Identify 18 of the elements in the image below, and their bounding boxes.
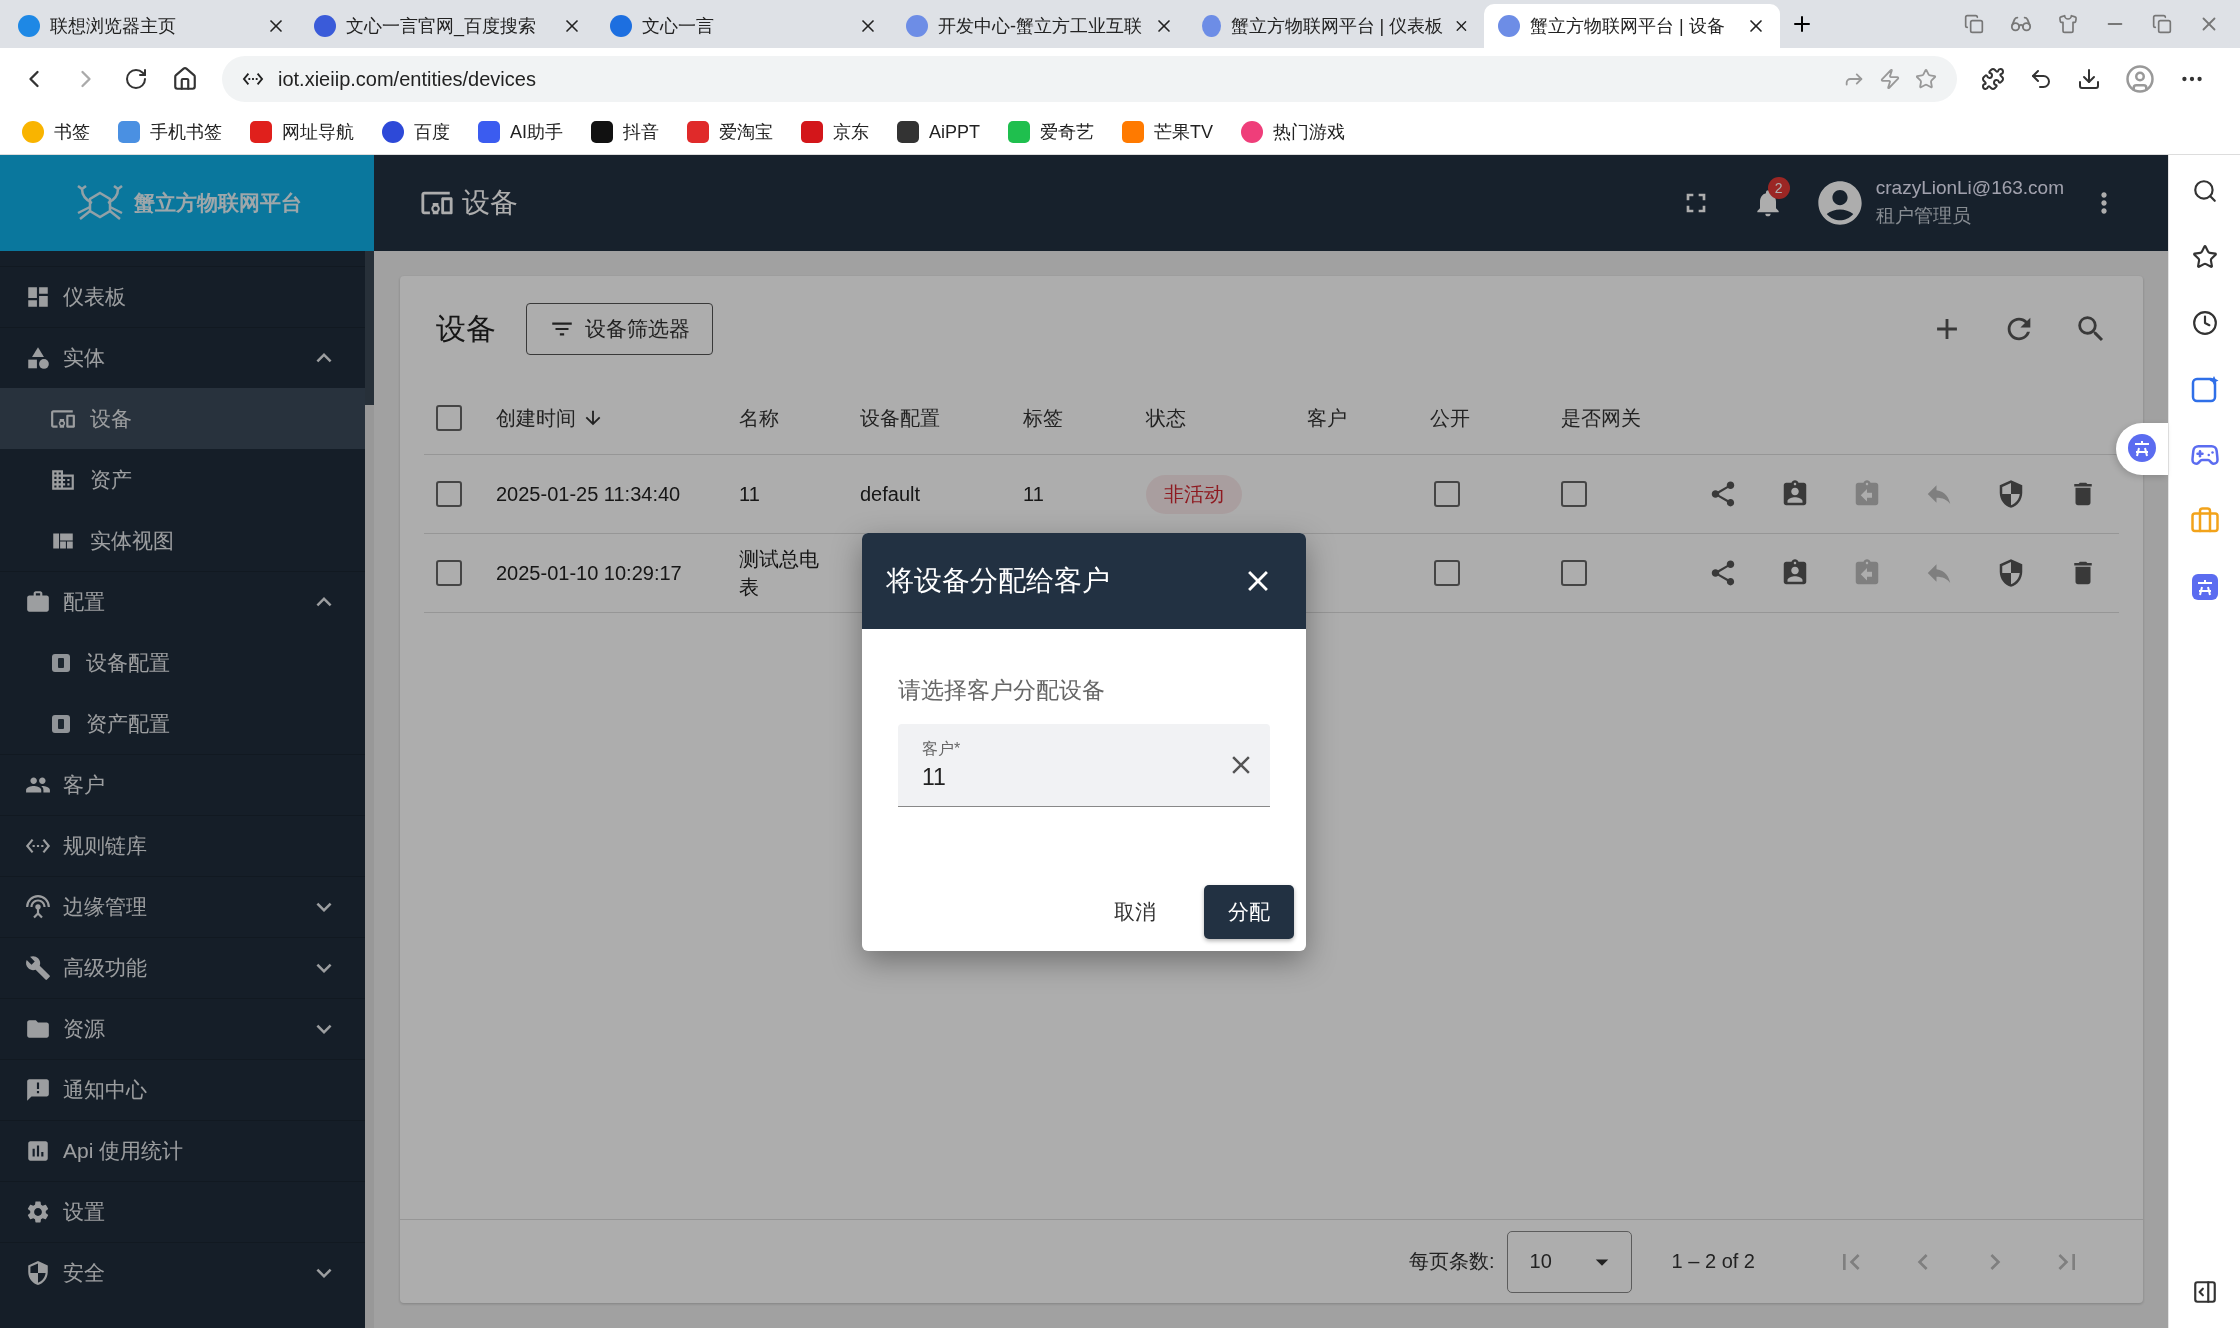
logo: 蟹立方物联网平台 [0, 155, 374, 251]
table-cell-text: 11 [739, 482, 761, 507]
table-cell-text: 11 [1023, 482, 1045, 507]
user-email: crazyLionLi@163.com [1875, 177, 2064, 199]
notification-badge: 2 [1767, 177, 1790, 199]
table-cell-text: default [860, 482, 922, 507]
page-range: 1 – 2 of 2 [1671, 1250, 1755, 1273]
table-cell-text: 2025-01-10 10:29:17 [496, 561, 683, 586]
field-label: 客户* [922, 738, 962, 759]
dialog-title: 将设备分配给客户 [886, 563, 1110, 598]
page-size-label: 每页条数: [1409, 1249, 1495, 1274]
card-title: 设备 [436, 310, 496, 347]
url-text: iot.xieiip.com/entities/devices [278, 67, 537, 91]
table-cell-text: 测试总电表 [739, 547, 820, 600]
user-role: 租户管理员 [1875, 204, 1972, 228]
dialog-prompt: 请选择客户分配设备 [898, 675, 1106, 705]
page-title: 设备 [462, 186, 518, 220]
table-cell-text: 2025-01-25 11:34:40 [496, 482, 682, 507]
